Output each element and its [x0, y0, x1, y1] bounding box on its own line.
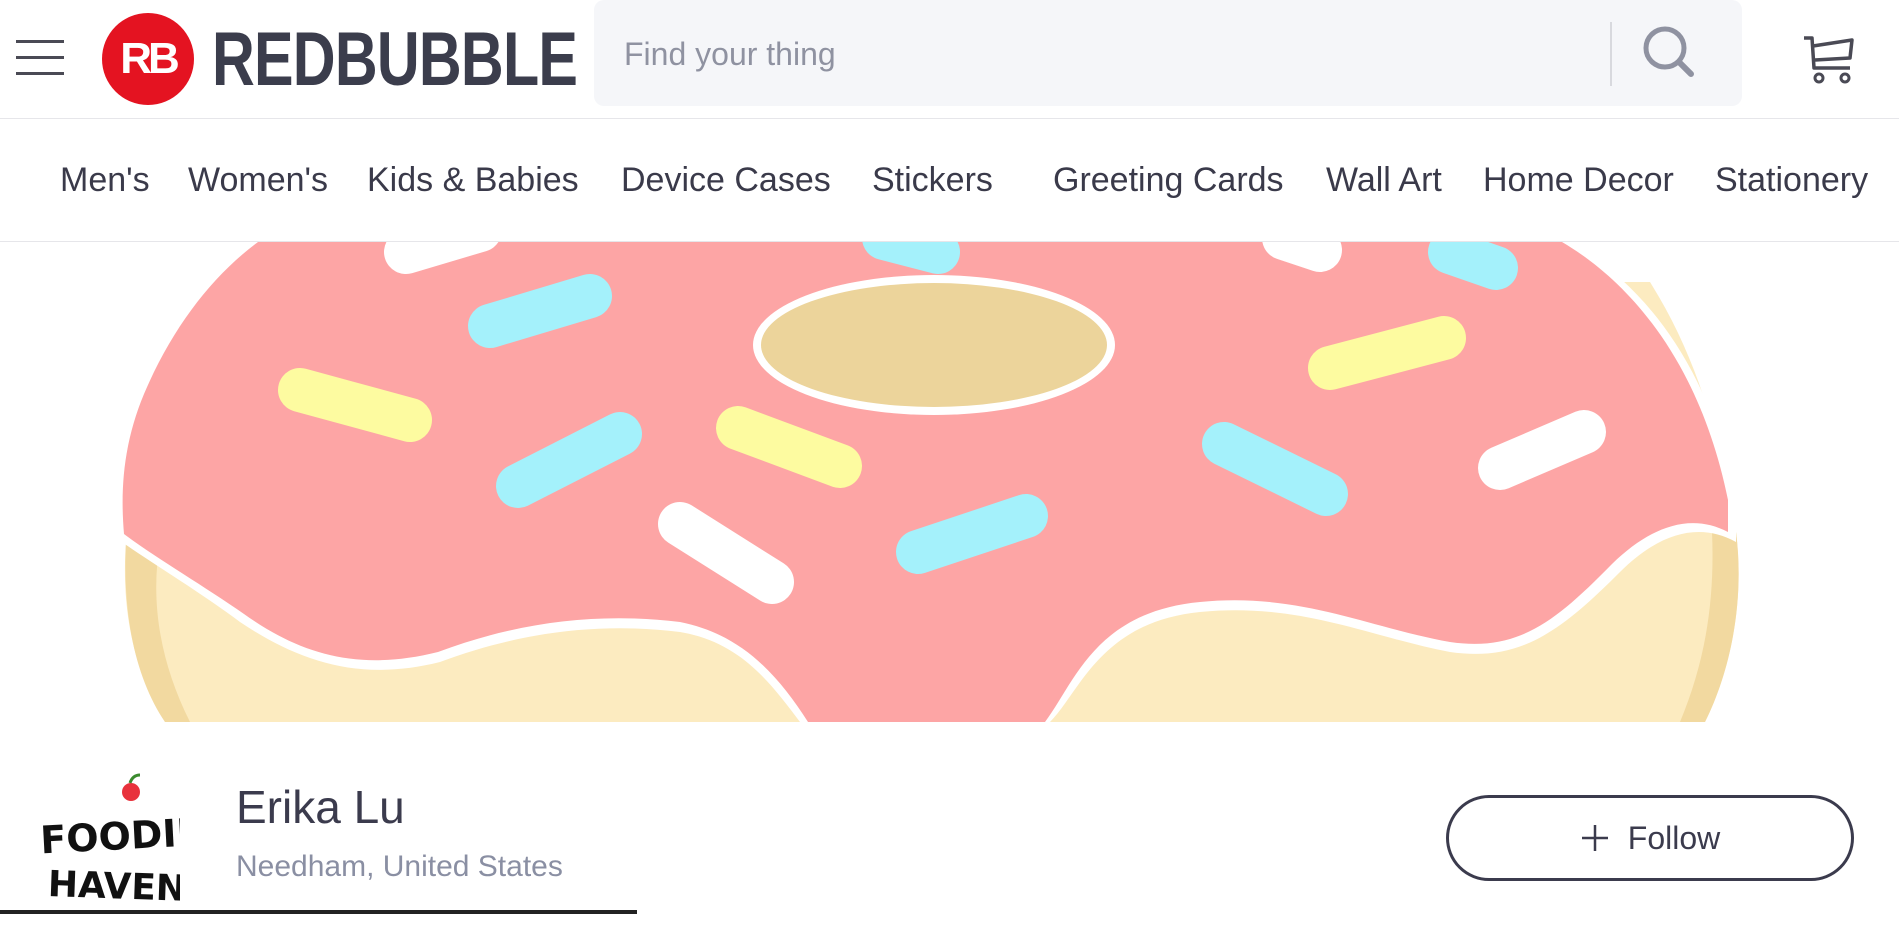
site-header: RB REDBUBBLE	[0, 0, 1899, 119]
logo-mark: RB	[102, 13, 194, 105]
artist-name[interactable]: Erika Lu	[236, 780, 405, 834]
profile-banner	[0, 242, 1899, 722]
artist-avatar[interactable]: FOODIE HAVEN	[30, 772, 203, 922]
hamburger-menu-icon[interactable]	[16, 38, 64, 78]
search-input[interactable]	[622, 24, 1626, 84]
follow-label: Follow	[1627, 819, 1721, 856]
avatar-text-line1: FOODIE	[39, 810, 180, 862]
scroll-indicator	[0, 910, 637, 914]
nav-item-mens[interactable]: Men's	[60, 161, 150, 200]
search-divider	[1610, 22, 1612, 86]
nav-item-wall-art[interactable]: Wall Art	[1326, 161, 1442, 200]
search-icon[interactable]	[1634, 18, 1704, 88]
nav-item-greeting-cards[interactable]: Greeting Cards	[1053, 161, 1284, 200]
nav-item-stickers[interactable]: Stickers	[872, 161, 993, 200]
nav-item-stationery[interactable]: Stationery	[1715, 161, 1868, 200]
donut-illustration	[120, 242, 1739, 722]
nav-item-home-decor[interactable]: Home Decor	[1483, 161, 1674, 200]
follow-button[interactable]: Follow	[1446, 795, 1854, 881]
brand-wordmark: REDBUBBLE	[212, 16, 578, 102]
nav-item-device-cases[interactable]: Device Cases	[621, 161, 831, 200]
nav-item-kids-babies[interactable]: Kids & Babies	[367, 161, 579, 200]
category-nav: Men's Women's Kids & Babies Device Cases…	[0, 119, 1899, 242]
artist-profile: FOODIE HAVEN Erika Lu Needham, United St…	[0, 722, 1899, 914]
nav-item-womens[interactable]: Women's	[188, 161, 328, 200]
plus-icon	[1581, 825, 1608, 851]
cart-icon[interactable]	[1800, 28, 1858, 86]
avatar-text-line2: HAVEN	[47, 864, 180, 910]
search-bar	[594, 0, 1742, 106]
artist-location: Needham, United States	[236, 850, 563, 883]
